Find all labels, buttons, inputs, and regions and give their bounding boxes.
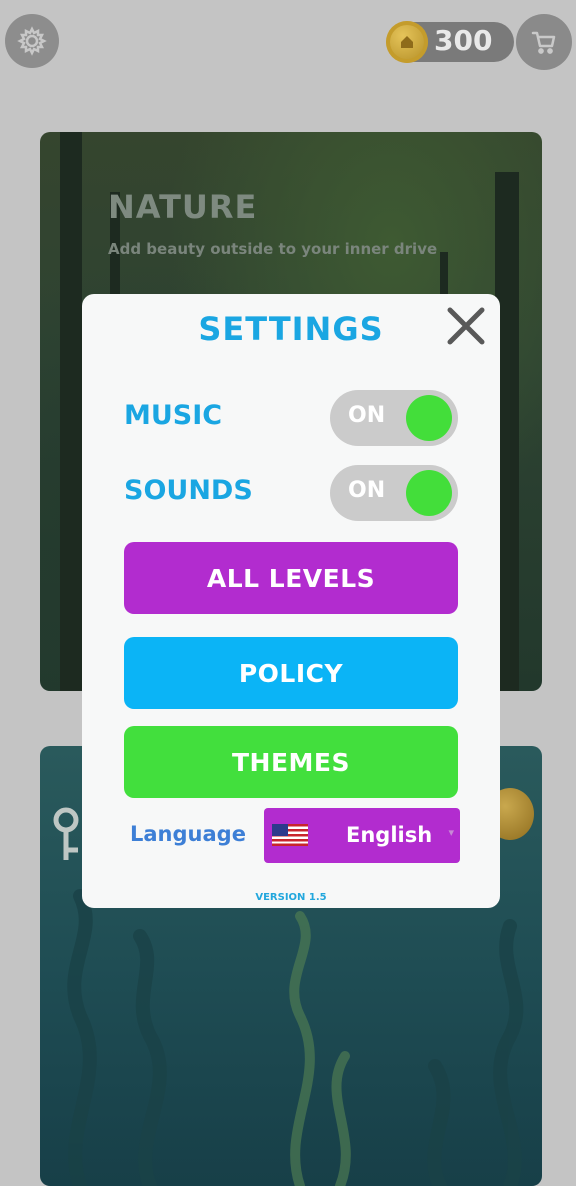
settings-button[interactable] xyxy=(5,14,59,68)
language-dropdown[interactable]: English ▾ xyxy=(264,808,460,863)
coin-count: 300 xyxy=(434,24,493,57)
key-icon xyxy=(50,806,84,866)
language-value: English xyxy=(346,823,433,847)
cart-icon xyxy=(531,31,556,54)
sounds-label: SOUNDS xyxy=(124,475,253,506)
chevron-down-icon: ▾ xyxy=(448,826,454,839)
music-label: MUSIC xyxy=(124,400,223,431)
coin-icon xyxy=(386,21,428,63)
shop-button[interactable] xyxy=(516,14,572,70)
toggle-state: ON xyxy=(348,478,386,503)
dialog-title: SETTINGS xyxy=(198,310,384,348)
us-flag-icon xyxy=(272,824,308,846)
toggle-knob xyxy=(406,395,452,441)
toggle-knob xyxy=(406,470,452,516)
music-toggle[interactable]: ON xyxy=(330,390,458,446)
sounds-toggle[interactable]: ON xyxy=(330,465,458,521)
toggle-state: ON xyxy=(348,403,386,428)
themes-button[interactable]: THEMES xyxy=(124,726,458,798)
all-levels-button[interactable]: ALL LEVELS xyxy=(124,542,458,614)
close-icon xyxy=(447,307,485,345)
card-subtitle: Add beauty outside to your inner drive xyxy=(108,240,438,258)
version-label: VERSION 1.5 xyxy=(255,892,327,903)
settings-dialog: SETTINGS MUSIC ON SOUNDS ON ALL LEVELS P… xyxy=(82,294,500,908)
close-button[interactable] xyxy=(444,304,488,348)
card-title: NATURE xyxy=(108,188,258,226)
policy-button[interactable]: POLICY xyxy=(124,637,458,709)
gear-icon xyxy=(17,26,47,56)
language-label: Language xyxy=(130,822,246,846)
